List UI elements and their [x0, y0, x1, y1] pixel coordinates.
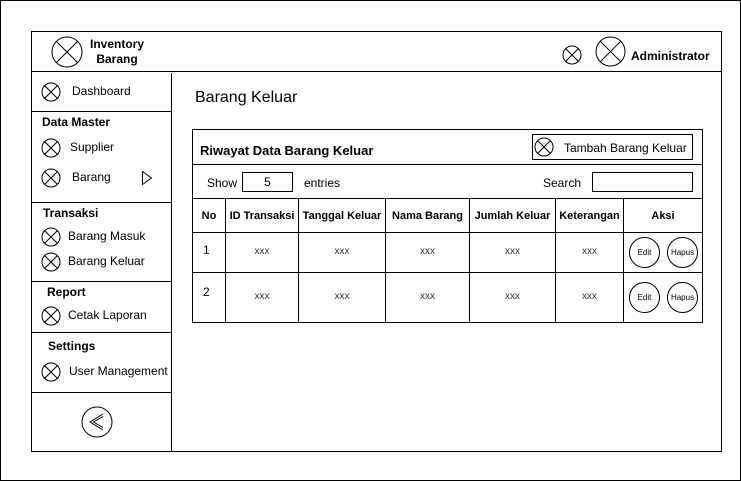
search-label: Search — [543, 176, 582, 190]
sidebar-item-label: Barang Keluar — [68, 254, 145, 268]
notification-icon[interactable] — [562, 45, 582, 65]
collapse-sidebar-icon[interactable] — [81, 406, 113, 438]
main-content: Barang Keluar Riwayat Data Barang Keluar… — [173, 73, 721, 451]
sidebar-item-label: Dashboard — [72, 84, 131, 98]
sidebar-item-user-management[interactable]: User Management — [32, 360, 171, 384]
column-divider — [623, 199, 624, 323]
barang-masuk-icon — [41, 227, 61, 247]
edit-button[interactable]: Edit — [629, 237, 660, 268]
edit-button[interactable]: Edit — [629, 282, 660, 313]
column-divider — [225, 199, 226, 323]
table-controls: Show entries Search — [193, 165, 702, 199]
top-header: Inventory Barang Administrator — [32, 32, 721, 72]
barang-icon — [41, 168, 61, 188]
app-title-line2: Barang — [96, 52, 138, 66]
entries-length-input[interactable] — [242, 172, 293, 192]
cell-jumlah-keluar: xxx — [505, 291, 520, 302]
page-title: Barang Keluar — [195, 89, 298, 106]
sidebar-section-settings: Settings User Management — [32, 333, 171, 393]
section-title-transaksi: Transaksi — [43, 206, 99, 220]
cell-nama-barang: xxx — [420, 246, 435, 257]
add-barang-keluar-button[interactable]: Tambah Barang Keluar — [532, 134, 693, 160]
sidebar-item-label: Barang Masuk — [68, 229, 146, 243]
column-header-jumlah-keluar: Jumlah Keluar — [474, 209, 551, 222]
sidebar-item-label: Supplier — [70, 140, 115, 154]
sidebar-item-dashboard[interactable]: Dashboard — [32, 80, 171, 104]
logo-icon — [51, 36, 83, 68]
row-number: 1 — [203, 243, 210, 257]
sidebar-item-label: Barang — [72, 170, 111, 184]
table-row: 2 xxx xxx xxx xxx xxx Edit Hapus — [193, 272, 702, 322]
column-header-no: No — [201, 209, 217, 222]
sidebar-item-barang-masuk[interactable]: Barang Masuk — [32, 225, 171, 249]
show-label: Show — [207, 176, 238, 190]
column-divider — [469, 199, 470, 323]
column-divider — [298, 199, 299, 323]
data-panel: Riwayat Data Barang Keluar Tambah Barang… — [192, 129, 703, 323]
supplier-icon — [41, 138, 61, 158]
barang-keluar-icon — [41, 252, 61, 272]
column-header-keterangan: Keterangan — [559, 209, 620, 222]
add-icon — [534, 137, 554, 157]
section-title-report: Report — [47, 285, 86, 299]
cell-id-transaksi: xxx — [254, 246, 270, 257]
column-header-aksi: Aksi — [651, 209, 675, 222]
search-input[interactable] — [592, 172, 693, 192]
sidebar: Dashboard Data Master Supplier Barang Tr… — [32, 73, 172, 451]
table-row: 1 xxx xxx xxx xxx xxx Edit Hapus — [193, 232, 702, 272]
app-window: Inventory Barang Administrator Dashboard — [0, 0, 741, 481]
sidebar-section-dashboard: Dashboard — [32, 73, 171, 112]
print-icon — [41, 306, 61, 326]
app-frame: Inventory Barang Administrator Dashboard — [31, 31, 722, 452]
sidebar-item-cetak-laporan[interactable]: Cetak Laporan — [32, 304, 171, 328]
sidebar-section-data-master: Data Master Supplier Barang — [32, 112, 171, 203]
panel-header: Riwayat Data Barang Keluar Tambah Barang… — [193, 130, 702, 165]
sidebar-item-label: Cetak Laporan — [68, 308, 147, 322]
cell-keterangan: xxx — [582, 291, 597, 302]
column-divider — [555, 199, 556, 323]
sidebar-item-barang-keluar[interactable]: Barang Keluar — [32, 250, 171, 274]
cell-id-transaksi: xxx — [254, 291, 270, 302]
user-avatar-icon[interactable] — [595, 36, 626, 67]
sidebar-section-transaksi: Transaksi Barang Masuk Barang Keluar — [32, 203, 171, 282]
sidebar-item-barang[interactable]: Barang — [32, 166, 171, 190]
app-brand: Inventory Barang — [82, 37, 152, 67]
cell-tanggal-keluar: xxx — [334, 246, 350, 257]
column-header-tanggal-keluar: Tanggal Keluar — [302, 209, 382, 222]
user-management-icon — [41, 362, 61, 382]
panel-title: Riwayat Data Barang Keluar — [200, 143, 374, 158]
entries-label: entries — [304, 176, 341, 190]
data-table: No ID Transaksi Tanggal Keluar Nama Bara… — [193, 199, 702, 323]
section-title-data-master: Data Master — [42, 115, 111, 129]
dashboard-icon — [41, 82, 61, 102]
cell-nama-barang: xxx — [420, 291, 435, 302]
user-name[interactable]: Administrator — [631, 49, 710, 63]
column-header-nama-barang: Nama Barang — [392, 209, 463, 222]
section-title-settings: Settings — [48, 339, 96, 353]
add-button-label: Tambah Barang Keluar — [564, 141, 687, 155]
sidebar-item-label: User Management — [69, 364, 168, 378]
chevron-right-icon — [142, 170, 153, 186]
column-header-id-transaksi: ID Transaksi — [229, 209, 295, 222]
cell-keterangan: xxx — [582, 246, 597, 257]
cell-jumlah-keluar: xxx — [505, 246, 520, 257]
cell-tanggal-keluar: xxx — [334, 291, 350, 302]
column-divider — [385, 199, 386, 323]
sidebar-section-report: Report Cetak Laporan — [32, 282, 171, 333]
row-number: 2 — [203, 285, 210, 299]
delete-button[interactable]: Hapus — [667, 237, 698, 268]
sidebar-item-supplier[interactable]: Supplier — [32, 136, 171, 160]
app-title-line1: Inventory — [89, 37, 144, 51]
delete-button[interactable]: Hapus — [667, 282, 698, 313]
